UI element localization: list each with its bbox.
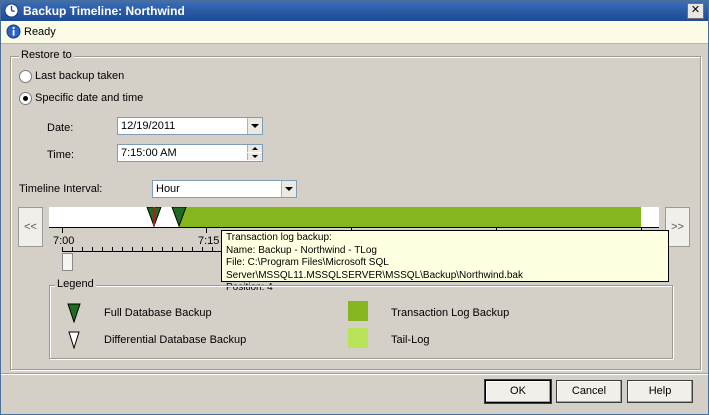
tooltip-line: File: C:\Program Files\Microsoft SQL Ser… [226,257,523,281]
tlog-legend-swatch [348,301,368,321]
legend-tlog-label: Transaction Log Backup [391,307,510,319]
legend-differential-label: Differential Database Backup [104,334,247,346]
backup-timeline-dialog: Backup Timeline: Northwind ✕ Ready Resto… [0,0,709,415]
date-label: Date: [47,122,74,134]
selected-point-marker[interactable] [145,207,163,227]
slider-track [62,251,222,252]
close-icon: ✕ [690,4,701,16]
tick-label-700: 7:00 [53,235,75,247]
footer-divider [1,373,708,375]
time-value: 7:15:00 AM [121,147,177,159]
axis-line [49,227,659,228]
legend-taillog-label: Tail-Log [391,334,430,346]
clock-icon [4,3,19,18]
timeline-interval-value: Hour [156,183,180,195]
timeline-interval-select[interactable]: Hour [152,180,297,198]
date-value: 12/19/2011 [121,120,176,132]
timeline-interval-label: Timeline Interval: [19,183,103,195]
arrow-down-icon [252,155,258,158]
tooltip-line: Name: Backup - Northwind - TLog [226,244,377,256]
time-spinner[interactable]: 7:15:00 AM [117,144,263,162]
info-icon [6,24,21,39]
cancel-button[interactable]: Cancel [556,380,622,403]
taillog-legend-swatch [348,328,368,348]
legend-label: Legend [55,278,96,290]
transaction-log-segment[interactable] [179,207,641,227]
time-down-button[interactable] [247,153,262,160]
timeline-slider-thumb[interactable] [62,253,73,271]
legend-full-label: Full Database Backup [104,307,212,319]
status-text: Ready [24,26,56,38]
differential-backup-legend-icon [68,331,80,349]
time-up-button[interactable] [247,145,262,152]
tooltip-line: Transaction log backup: [226,232,332,243]
date-picker[interactable]: 12/19/2011 [117,117,263,135]
backup-tooltip: Transaction log backup: Name: Backup - N… [221,230,669,293]
axis-tick [206,227,207,233]
interval-dropdown-button[interactable] [281,181,296,197]
full-backup-legend-icon [67,303,81,323]
full-backup-marker[interactable] [170,207,188,227]
help-button[interactable]: Help [627,380,693,403]
ok-button[interactable]: OK [484,379,552,404]
timeline-prev-button[interactable]: << [18,207,43,247]
chevron-down-icon [285,187,293,191]
title-bar: Backup Timeline: Northwind ✕ [1,1,708,21]
chevron-down-icon [251,124,259,128]
date-dropdown-button[interactable] [247,118,262,134]
specific-date-radio[interactable] [19,92,32,105]
last-backup-label[interactable]: Last backup taken [35,70,124,82]
radio-selected-dot [23,96,28,101]
timeline-bar[interactable] [49,207,659,227]
time-label: Time: [47,149,75,161]
restore-to-label: Restore to [19,49,74,61]
last-backup-radio[interactable] [19,70,32,83]
status-bar: Ready [1,21,708,44]
specific-date-label[interactable]: Specific date and time [35,92,143,104]
axis-tick [62,227,63,233]
window-title: Backup Timeline: Northwind [23,4,185,18]
arrow-up-icon [252,147,258,150]
close-button[interactable]: ✕ [687,3,704,19]
tick-label-715: 7:15 [198,235,220,247]
